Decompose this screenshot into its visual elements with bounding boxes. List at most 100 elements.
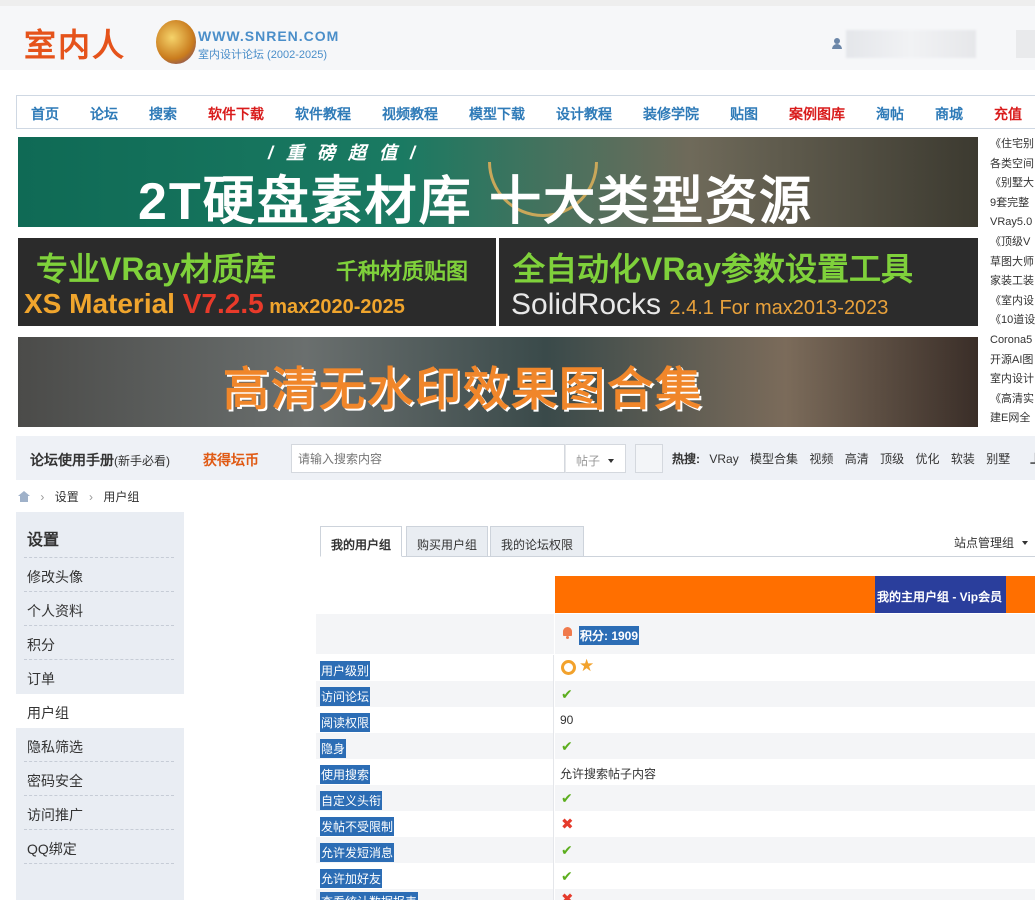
forum-manual-label: 论坛使用手册 bbox=[30, 452, 114, 468]
table-row: 自定义头衔 ✔ bbox=[316, 785, 1035, 811]
nav-item-case-gallery[interactable]: 案例图库 bbox=[789, 104, 845, 124]
hot-keyword[interactable]: VRay bbox=[709, 452, 738, 466]
permission-value-cell: ✔ bbox=[555, 681, 1035, 707]
sidebar-item-orders[interactable]: 订单 bbox=[16, 660, 184, 694]
side-link[interactable]: VRay5.0 bbox=[990, 213, 1035, 233]
side-link[interactable]: Corona5 bbox=[990, 331, 1035, 351]
side-link[interactable]: 草图大师 bbox=[990, 253, 1035, 273]
sidebar-item-avatar[interactable]: 修改头像 bbox=[16, 558, 184, 592]
banner-vray-param-tool[interactable]: 全自动化VRay参数设置工具 SolidRocks 2.4.1 For max2… bbox=[499, 238, 978, 326]
home-icon[interactable] bbox=[18, 491, 30, 502]
hot-keyword[interactable]: 别墅 bbox=[986, 452, 1010, 466]
permission-label: 访问论坛 bbox=[320, 687, 371, 706]
nav-item-collections[interactable]: 淘帖 bbox=[876, 104, 904, 124]
nav-item-textures[interactable]: 贴图 bbox=[730, 104, 758, 124]
nav-item-recharge[interactable]: 充值 bbox=[994, 104, 1022, 124]
chevron-down-icon bbox=[1022, 541, 1029, 545]
user-icon[interactable] bbox=[832, 38, 842, 49]
sidebar-item-label: 积分 bbox=[27, 637, 55, 653]
get-coins-link[interactable]: 获得坛币 bbox=[203, 450, 259, 470]
nav-item-software-tutorials[interactable]: 软件教程 bbox=[295, 104, 351, 124]
check-icon: ✔ bbox=[561, 686, 573, 702]
user-menu-blurred[interactable] bbox=[1016, 30, 1035, 58]
site-admin-dropdown[interactable]: 站点管理组 bbox=[954, 534, 1029, 551]
permission-label-cell: 查看统计数据报表 bbox=[316, 889, 554, 900]
sidebar-item-qq[interactable]: QQ绑定 bbox=[16, 830, 184, 864]
toolbar-right-link[interactable]: 上 bbox=[1030, 450, 1035, 467]
site-logo[interactable]: 室内人 bbox=[24, 20, 126, 66]
side-link[interactable]: 《别墅大 bbox=[990, 174, 1035, 194]
side-link[interactable]: 建E网全 bbox=[990, 409, 1035, 429]
hot-keyword[interactable]: 软装 bbox=[951, 452, 975, 466]
tab-buy-usergroup[interactable]: 购买用户组 bbox=[406, 526, 489, 557]
permission-label-cell: 访问论坛 bbox=[316, 681, 554, 707]
sidebar-item-profile[interactable]: 个人资料 bbox=[16, 592, 184, 626]
sidebar-item-usergroup[interactable]: 用户组 bbox=[16, 694, 184, 728]
permission-label-cell: 使用搜索 bbox=[316, 759, 554, 785]
nav-item-decoration-academy[interactable]: 装修学院 bbox=[643, 104, 699, 124]
hot-keyword[interactable]: 模型合集 bbox=[750, 452, 798, 466]
side-link[interactable]: 各类空间 bbox=[990, 155, 1035, 175]
side-link[interactable]: 开源AI图 bbox=[990, 351, 1035, 371]
sidebar-item-promotion[interactable]: 访问推广 bbox=[16, 796, 184, 830]
banner-2t-material-library[interactable]: / 重 磅 超 值 / 2T硬盘素材库 十大类型资源 bbox=[18, 137, 978, 227]
nav-item-forum[interactable]: 论坛 bbox=[90, 104, 118, 124]
search-input[interactable] bbox=[291, 444, 565, 473]
tab-my-usergroup[interactable]: 我的用户组 bbox=[320, 526, 403, 557]
side-link[interactable]: 家装工装 bbox=[990, 272, 1035, 292]
breadcrumb-usergroup[interactable]: 用户组 bbox=[103, 490, 139, 504]
side-link[interactable]: 《顶级V bbox=[990, 233, 1035, 253]
hot-keyword[interactable]: 视频 bbox=[809, 452, 833, 466]
nav-item-mall[interactable]: 商城 bbox=[935, 104, 963, 124]
nav-item-software-download[interactable]: 软件下载 bbox=[208, 104, 264, 124]
site-url: WWW.SNREN.COM bbox=[198, 28, 340, 44]
sun-level-icon bbox=[561, 660, 576, 675]
sidebar-item-password[interactable]: 密码安全 bbox=[16, 762, 184, 796]
search-type-label: 帖子 bbox=[576, 454, 601, 468]
side-link[interactable]: 《10道设 bbox=[990, 311, 1035, 331]
search-button[interactable] bbox=[635, 444, 663, 473]
permission-label-cell: 发帖不受限制 bbox=[316, 811, 554, 837]
banner-2-title: 专业VRay材质库 bbox=[36, 251, 277, 287]
search-type-select[interactable]: 帖子 bbox=[565, 444, 626, 473]
sidebar-item-points[interactable]: 积分 bbox=[16, 626, 184, 660]
banner-4-title: 高清无水印效果图合集 bbox=[223, 363, 703, 415]
permission-label: 查看统计数据报表 bbox=[320, 892, 419, 900]
permission-label: 使用搜索 bbox=[320, 765, 371, 784]
banner-vray-material-library[interactable]: 专业VRay材质库 千种材质贴图 XS Material V7.2.5 max2… bbox=[18, 238, 496, 326]
sidebar-item-label: 修改头像 bbox=[27, 569, 83, 585]
nav-item-design-tutorials[interactable]: 设计教程 bbox=[556, 104, 612, 124]
hot-keyword[interactable]: 优化 bbox=[915, 452, 939, 466]
nav-item-search[interactable]: 搜索 bbox=[149, 104, 177, 124]
username-blurred[interactable] bbox=[846, 30, 976, 58]
points-label-cell bbox=[316, 614, 554, 654]
sidebar-item-label: 订单 bbox=[27, 671, 55, 687]
breadcrumb-settings[interactable]: 设置 bbox=[55, 490, 79, 504]
cross-icon: ✖ bbox=[561, 891, 574, 900]
side-link[interactable]: 《住宅别 bbox=[990, 135, 1035, 155]
permission-value-cell: ✔ bbox=[555, 837, 1035, 863]
side-link[interactable]: 9套完整 bbox=[990, 194, 1035, 214]
hot-keyword[interactable]: 顶级 bbox=[880, 452, 904, 466]
permission-value-cell: ✔ bbox=[555, 863, 1035, 889]
points-value: 积分: 1909 bbox=[579, 626, 640, 645]
nav-item-video-tutorials[interactable]: 视频教程 bbox=[382, 104, 438, 124]
banner-3-product-name: SolidRocks bbox=[511, 288, 670, 321]
main-nav: 首页 论坛 搜索 软件下载 软件教程 视频教程 模型下载 设计教程 装修学院 贴… bbox=[16, 95, 1035, 129]
check-icon: ✔ bbox=[561, 790, 573, 806]
nav-item-home[interactable]: 首页 bbox=[31, 104, 59, 124]
table-row: 访问论坛 ✔ bbox=[316, 681, 1035, 707]
hot-keyword[interactable]: 高清 bbox=[845, 452, 869, 466]
permission-label-cell: 阅读权限 bbox=[316, 707, 554, 733]
nav-item-model-download[interactable]: 模型下载 bbox=[469, 104, 525, 124]
side-link[interactable]: 室内设计 bbox=[990, 370, 1035, 390]
side-link[interactable]: 《室内设 bbox=[990, 292, 1035, 312]
tab-forum-permissions[interactable]: 我的论坛权限 bbox=[490, 526, 585, 557]
banner-hd-renderings[interactable]: 高清无水印效果图合集 bbox=[18, 337, 978, 427]
permission-value-cell: ✖ bbox=[555, 889, 1035, 900]
sidebar-item-privacy[interactable]: 隐私筛选 bbox=[16, 728, 184, 762]
site-subtitle: 室内设计论坛 (2002-2025) bbox=[198, 49, 327, 61]
permission-label-cell: 允许加好友 bbox=[316, 863, 554, 889]
side-link[interactable]: 《高清实 bbox=[990, 390, 1035, 410]
forum-manual-link[interactable]: 论坛使用手册(新手必看) bbox=[30, 450, 170, 470]
